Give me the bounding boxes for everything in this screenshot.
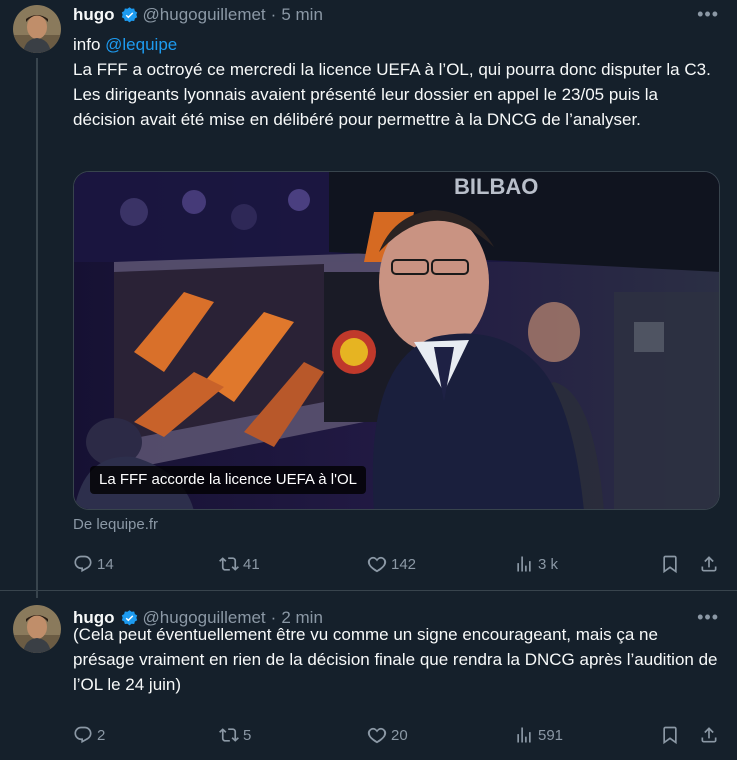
thread-line bbox=[36, 58, 38, 598]
bookmark-icon bbox=[663, 726, 677, 745]
reply-count: 2 bbox=[97, 726, 106, 744]
bookmark-button[interactable] bbox=[660, 725, 680, 745]
tweet[interactable]: hugo @hugoguillemet · 2 min ••• (Cela pe… bbox=[0, 590, 737, 760]
card-photo: BILBAO bbox=[74, 172, 719, 509]
tweet-text: (Cela peut éventuellement être vu comme … bbox=[73, 625, 718, 694]
reply-button[interactable]: 14 bbox=[73, 554, 114, 574]
avatar[interactable] bbox=[13, 605, 61, 653]
like-button[interactable]: 20 bbox=[367, 725, 408, 745]
timestamp[interactable]: 5 min bbox=[281, 5, 323, 25]
views-icon bbox=[517, 727, 531, 743]
share-button[interactable] bbox=[699, 725, 719, 745]
more-icon[interactable]: ••• bbox=[697, 4, 719, 25]
like-icon bbox=[367, 727, 387, 744]
reply-icon bbox=[74, 726, 92, 744]
views-count: 3 k bbox=[538, 555, 559, 573]
retweet-button[interactable]: 41 bbox=[219, 554, 260, 574]
like-button[interactable]: 142 bbox=[367, 554, 416, 574]
author-name[interactable]: hugo bbox=[73, 5, 115, 25]
views-count: 591 bbox=[538, 726, 564, 744]
action-bar: 14 41 142 3 k bbox=[73, 552, 723, 576]
reply-button[interactable]: 2 bbox=[73, 725, 105, 745]
share-icon bbox=[701, 727, 717, 743]
bookmark-icon bbox=[663, 555, 677, 574]
like-count: 20 bbox=[391, 726, 408, 744]
retweet-count: 41 bbox=[243, 555, 260, 573]
share-icon bbox=[701, 556, 717, 572]
mention-link[interactable]: @lequipe bbox=[105, 35, 177, 54]
reply-icon bbox=[74, 555, 92, 573]
card-source[interactable]: De lequipe.fr bbox=[73, 516, 158, 533]
views-button[interactable]: 591 bbox=[514, 725, 563, 745]
retweet-icon bbox=[219, 728, 239, 742]
verified-badge-icon bbox=[120, 6, 139, 25]
author-handle[interactable]: @hugoguillemet bbox=[143, 5, 266, 25]
text-prefix: info bbox=[73, 35, 106, 54]
like-icon bbox=[367, 556, 387, 573]
photo-banner-text: BILBAO bbox=[454, 174, 538, 199]
tweet-text: info @lequipe La FFF a octroyé ce mercre… bbox=[73, 32, 723, 132]
share-button[interactable] bbox=[699, 554, 719, 574]
views-icon bbox=[517, 556, 531, 572]
avatar[interactable] bbox=[13, 5, 61, 53]
reply-count: 14 bbox=[97, 555, 114, 573]
like-count: 142 bbox=[391, 555, 417, 573]
retweet-icon bbox=[219, 557, 239, 571]
tweet-header: hugo @hugoguillemet · 5 min bbox=[73, 5, 323, 25]
retweet-button[interactable]: 5 bbox=[219, 725, 251, 745]
tweet-body: La FFF a octroyé ce mercredi la licence … bbox=[73, 60, 711, 129]
separator: · bbox=[270, 5, 277, 24]
tweet[interactable]: hugo @hugoguillemet · 5 min ••• info @le… bbox=[0, 0, 737, 598]
card-title[interactable]: La FFF accorde la licence UEFA à l'OL bbox=[90, 466, 366, 494]
views-button[interactable]: 3 k bbox=[514, 554, 558, 574]
link-card[interactable]: BILBAO La FFF accorde la licence UEFA à … bbox=[73, 171, 720, 510]
bookmark-button[interactable] bbox=[660, 554, 680, 574]
action-bar: 2 5 20 591 bbox=[73, 723, 723, 747]
retweet-count: 5 bbox=[243, 726, 252, 744]
